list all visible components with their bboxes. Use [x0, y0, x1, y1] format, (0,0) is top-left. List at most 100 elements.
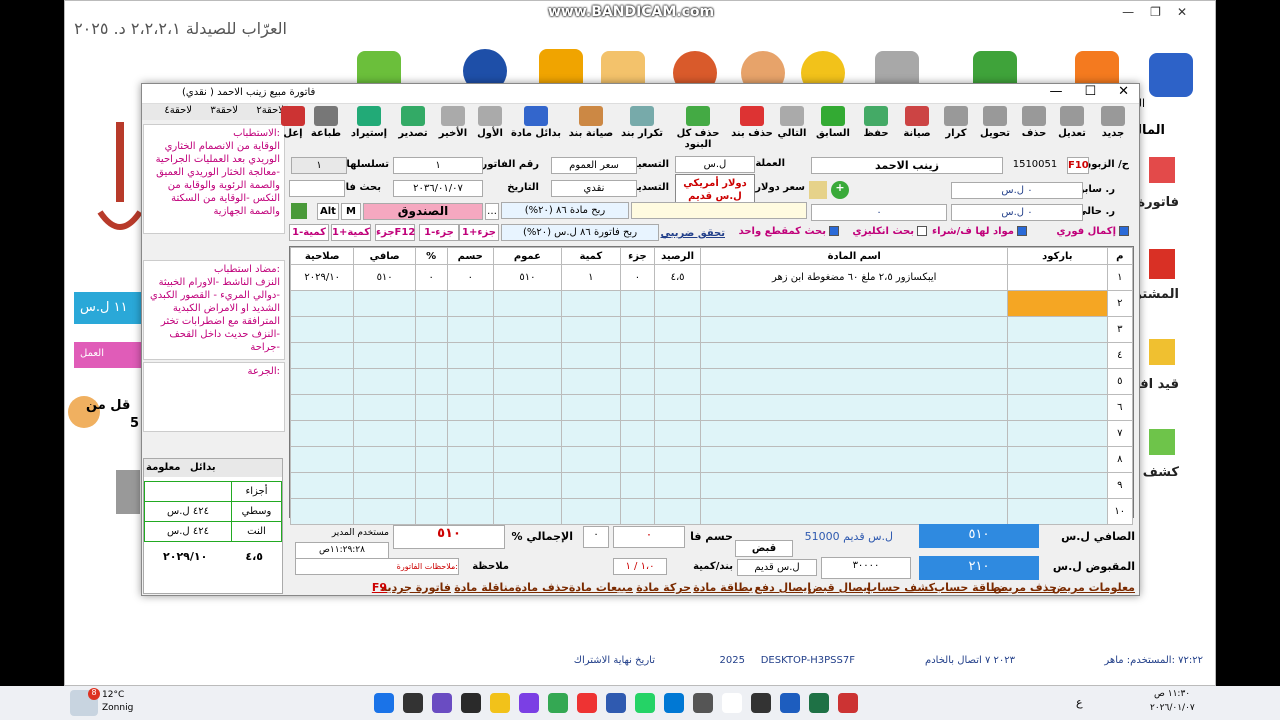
- cell-name[interactable]: [700, 472, 1009, 499]
- cell-disc[interactable]: [446, 498, 495, 525]
- cell-price[interactable]: [493, 316, 562, 343]
- taskbar-app-icon-11[interactable]: [664, 693, 684, 713]
- customer-name-field[interactable]: زينب الاحمد: [811, 157, 1003, 174]
- cell-exp[interactable]: [289, 498, 355, 525]
- cell-barcode[interactable]: [1007, 446, 1108, 473]
- cell-qty[interactable]: [560, 290, 621, 317]
- taskbar-app-icon-6[interactable]: [519, 693, 539, 713]
- taskbar-app-icon-10[interactable]: [635, 693, 655, 713]
- cell-price[interactable]: ٥١٠: [493, 264, 562, 291]
- old-currency-select[interactable]: ل.س قديم: [737, 559, 817, 576]
- taskbar-app-icon-12[interactable]: [693, 693, 713, 713]
- taskbar-app-icon-17[interactable]: [838, 693, 858, 713]
- cell-disc[interactable]: [446, 446, 495, 473]
- trash-icon[interactable]: [116, 470, 140, 514]
- footer-tab-9[interactable]: مبيعات مادة: [569, 581, 633, 594]
- cell-pct[interactable]: [414, 290, 448, 317]
- cell-part[interactable]: [619, 394, 655, 421]
- toolbar-button-9[interactable]: التالي: [775, 106, 809, 144]
- pay-type-select[interactable]: قبض: [735, 540, 793, 557]
- cell-stock[interactable]: [653, 316, 702, 343]
- currency-dropdown[interactable]: دولار أمريكي ل.س قديم: [675, 174, 755, 204]
- taskbar-app-icon-5[interactable]: [490, 693, 510, 713]
- cell-barcode[interactable]: [1007, 394, 1108, 421]
- cell-qty[interactable]: [560, 316, 621, 343]
- cell-barcode[interactable]: [1007, 342, 1108, 369]
- cell-disc[interactable]: [446, 290, 495, 317]
- cell-price[interactable]: [493, 420, 562, 447]
- picture-icon[interactable]: [291, 203, 307, 219]
- cell-net[interactable]: [353, 394, 416, 421]
- cell-net[interactable]: [353, 342, 416, 369]
- checkbox-icon[interactable]: [1119, 226, 1129, 236]
- discount-value[interactable]: ٠: [613, 526, 685, 548]
- side-link-statement[interactable]: كشف: [1143, 465, 1179, 480]
- table-row[interactable]: ٣: [289, 316, 1134, 343]
- cell-n[interactable]: ٤: [1106, 342, 1134, 369]
- footer-tab-13[interactable]: F9: [372, 581, 387, 594]
- cell-part[interactable]: [619, 472, 655, 499]
- cell-net[interactable]: [353, 368, 416, 395]
- cell-net[interactable]: [353, 446, 416, 473]
- footer-tab-11[interactable]: مناقلة مادة: [454, 581, 515, 594]
- cell-disc[interactable]: [446, 420, 495, 447]
- cell-barcode[interactable]: [1007, 290, 1108, 317]
- toolbar-button-2[interactable]: تعديل: [1053, 106, 1091, 144]
- toolbar-button-18[interactable]: إستيراد: [347, 106, 391, 144]
- toolbar-button-8[interactable]: السابق: [811, 106, 855, 144]
- cell-name[interactable]: [700, 420, 1009, 447]
- toolbar-button-10[interactable]: حذف بند: [731, 106, 773, 144]
- cell-name[interactable]: [700, 498, 1009, 525]
- cell-part[interactable]: ٠: [619, 264, 655, 291]
- cell-part[interactable]: [619, 446, 655, 473]
- cell-pct[interactable]: [414, 342, 448, 369]
- cell-barcode[interactable]: [1007, 368, 1108, 395]
- toolbar-button-7[interactable]: حفظ: [857, 106, 895, 144]
- cell-exp[interactable]: [289, 290, 355, 317]
- cell-name[interactable]: [700, 368, 1009, 395]
- cell-pct[interactable]: ٠: [414, 264, 448, 291]
- taskbar-app-icon-16[interactable]: [809, 693, 829, 713]
- add-icon[interactable]: +: [831, 181, 849, 199]
- cell-stock[interactable]: ٤،٥: [653, 264, 702, 291]
- tax-check-link[interactable]: تحقق ضريبي: [661, 228, 726, 239]
- footer-tab-8[interactable]: حركة مادة: [636, 581, 691, 594]
- table-row[interactable]: ٥: [289, 368, 1134, 395]
- table-row[interactable]: ١٠: [289, 498, 1134, 525]
- table-row[interactable]: ٢٠٢٩/١٠ ٥١٠ ٠ ٠ ٥١٠ ١ ٠ ٤،٥ ايبكسازور ٢،٥ ملغ ٦٠…: [289, 264, 1134, 291]
- toolbar-button-12[interactable]: تكرار بند: [619, 106, 665, 144]
- cell-qty[interactable]: [560, 368, 621, 395]
- cell-part[interactable]: [619, 368, 655, 395]
- taskbar-app-icon-3[interactable]: [432, 693, 452, 713]
- cell-net[interactable]: ٥١٠: [353, 264, 416, 291]
- footer-tab-4[interactable]: كشف حساب: [866, 581, 935, 594]
- cell-n[interactable]: ٣: [1106, 316, 1134, 343]
- cell-stock[interactable]: [653, 498, 702, 525]
- cell-name[interactable]: [700, 394, 1009, 421]
- cell-part[interactable]: [619, 420, 655, 447]
- qty-button-1[interactable]: كمية-1: [289, 224, 329, 241]
- toolbar-button-13[interactable]: صيانة بند: [565, 106, 617, 144]
- cell-exp[interactable]: [289, 446, 355, 473]
- cell-name[interactable]: [700, 316, 1009, 343]
- main-window-controls[interactable]: — ❐ ✕: [1106, 5, 1187, 19]
- cell-price[interactable]: [493, 394, 562, 421]
- cell-price[interactable]: [493, 446, 562, 473]
- cell-exp[interactable]: ٢٠٢٩/١٠: [289, 264, 355, 291]
- date-field[interactable]: ٢٠٣٦/٠١/٠٧: [393, 180, 483, 197]
- search-invoice-field[interactable]: [289, 180, 345, 197]
- cell-net[interactable]: [353, 420, 416, 447]
- qty-button-2[interactable]: كمية+1: [331, 224, 371, 241]
- toolbar-button-20[interactable]: إعل: [281, 106, 305, 144]
- cell-price[interactable]: [493, 368, 562, 395]
- cell-n[interactable]: ٩: [1106, 472, 1134, 499]
- cashbox-field[interactable]: الصندوق: [363, 203, 483, 220]
- cell-barcode[interactable]: [1007, 264, 1108, 291]
- taskbar-app-icon-14[interactable]: [751, 693, 771, 713]
- toolbar-button-1[interactable]: جديد: [1093, 106, 1133, 144]
- nav-tabs[interactable]: لاحقة٢ لاحقة٣ لاحقة٤: [142, 104, 288, 120]
- tab-suffix4[interactable]: لاحقة٤: [164, 105, 192, 116]
- cell-disc[interactable]: [446, 316, 495, 343]
- cell-pct[interactable]: [414, 368, 448, 395]
- cashbox-more-button[interactable]: …: [485, 203, 499, 220]
